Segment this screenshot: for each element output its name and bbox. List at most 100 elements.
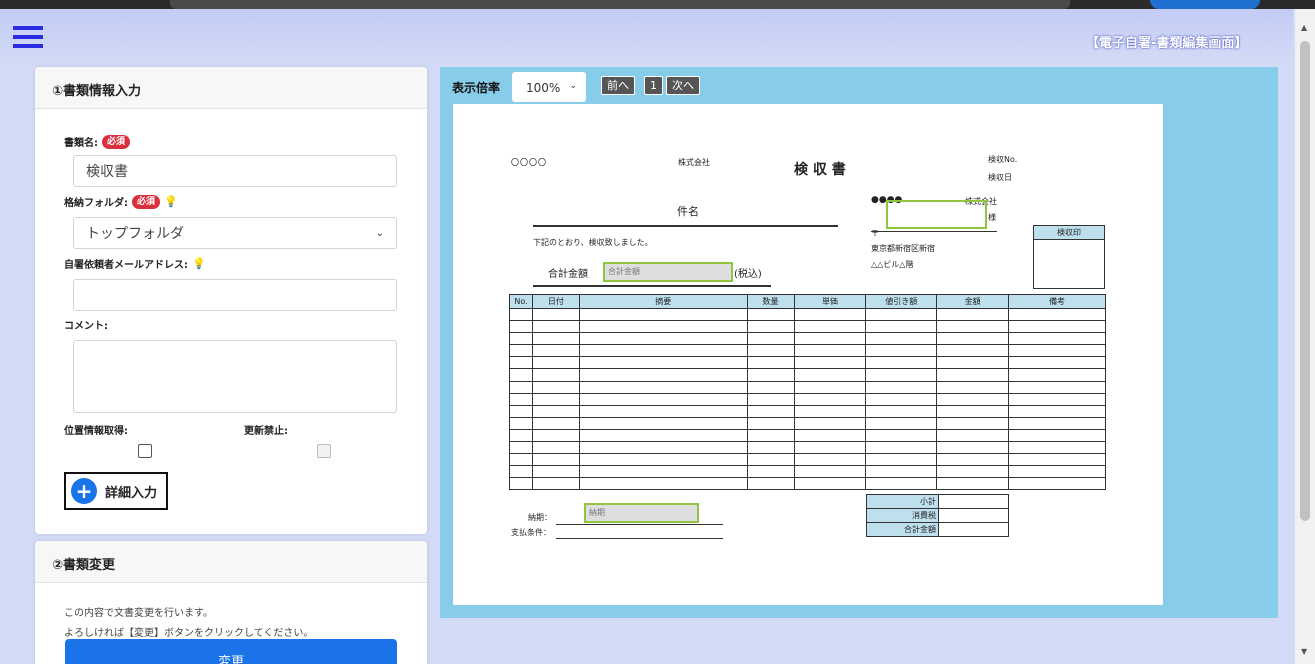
inspection-stamp-box: 検収印 xyxy=(1033,225,1105,289)
table-cell xyxy=(531,380,580,394)
zoom-label: 表示倍率 xyxy=(452,81,501,95)
table-cell xyxy=(793,404,867,418)
table-cell xyxy=(509,320,533,334)
due-date-field[interactable]: 納期 xyxy=(584,503,699,523)
doc-inspection-date: 検収日 xyxy=(988,173,1012,182)
table-row xyxy=(509,320,1106,334)
table-cell xyxy=(746,320,795,334)
browser-account-pill[interactable] xyxy=(1150,0,1260,9)
page-scrollbar[interactable]: ▲ ▼ xyxy=(1295,9,1315,664)
summary-row: 合計金額 xyxy=(866,522,1009,537)
folder-select[interactable]: トップフォルダ ⌄ xyxy=(73,217,397,249)
summary-value xyxy=(938,522,1009,537)
table-cell xyxy=(936,332,1010,346)
comment-label: コメント: xyxy=(64,317,108,332)
table-row xyxy=(509,441,1106,455)
summary-row: 小計 xyxy=(866,494,1009,509)
table-cell xyxy=(936,416,1010,430)
table-row xyxy=(509,416,1106,430)
table-cell xyxy=(793,368,867,382)
table-cell xyxy=(793,356,867,370)
table-cell xyxy=(578,380,748,394)
table-cell xyxy=(578,465,748,479)
detail-input-button[interactable]: + 詳細入力 xyxy=(64,472,168,510)
table-cell xyxy=(746,441,795,455)
chevron-down-icon: ⌄ xyxy=(569,81,577,91)
summary-tax-label: 消費税 xyxy=(866,508,939,523)
comment-textarea[interactable] xyxy=(73,340,397,413)
table-cell xyxy=(1008,344,1106,358)
table-cell xyxy=(865,428,938,443)
table-cell xyxy=(793,441,867,455)
doc-address2: △△ビル△階 xyxy=(871,260,914,269)
table-cell xyxy=(1008,307,1106,322)
zoom-select[interactable]: 100% ⌄ xyxy=(512,72,586,102)
doc-name-input[interactable]: 検収書 xyxy=(73,155,397,187)
table-cell xyxy=(746,428,795,443)
lock-label-text: 更新禁止: xyxy=(244,426,288,437)
scroll-down-arrow-icon[interactable]: ▼ xyxy=(1301,647,1307,656)
doc-due-label: 納期： xyxy=(528,513,552,522)
table-row xyxy=(509,392,1106,406)
table-cell xyxy=(531,441,580,455)
issuer-underline xyxy=(871,231,997,232)
table-cell xyxy=(936,404,1010,418)
table-cell xyxy=(793,416,867,430)
table-cell xyxy=(865,465,938,479)
doc-name-label-row: 書類名: 必須 xyxy=(64,134,131,149)
table-cell xyxy=(793,392,867,406)
table-row xyxy=(509,453,1106,467)
table-cell xyxy=(578,320,748,334)
table-cell xyxy=(936,465,1010,479)
prev-page-button[interactable]: 前へ xyxy=(601,76,635,95)
scrollbar-thumb[interactable] xyxy=(1300,41,1310,521)
table-cell xyxy=(865,380,938,394)
lightbulb-hint-icon[interactable]: 💡 xyxy=(164,195,178,208)
lock-checkbox[interactable] xyxy=(317,444,331,458)
col-amount: 金額 xyxy=(936,294,1010,309)
scroll-up-arrow-icon[interactable]: ▲ xyxy=(1301,23,1307,32)
doc-payment-label: 支払条件： xyxy=(511,528,551,537)
table-cell xyxy=(865,477,938,491)
table-cell xyxy=(1008,416,1106,430)
table-cell xyxy=(509,380,533,394)
table-cell xyxy=(746,332,795,346)
folder-value: トップフォルダ xyxy=(86,226,184,242)
table-cell xyxy=(531,453,580,467)
change-info-line2: よろしければ【変更】ボタンをクリックしてください。 xyxy=(64,628,314,639)
table-cell xyxy=(793,320,867,334)
hamburger-menu-icon[interactable] xyxy=(13,26,43,52)
table-row xyxy=(509,404,1106,418)
page-number: 1 xyxy=(644,76,663,95)
table-cell xyxy=(793,465,867,479)
total-amount-field[interactable]: 合計金額 xyxy=(603,262,733,282)
payment-underline xyxy=(556,538,723,539)
next-page-button[interactable]: 次へ xyxy=(666,76,700,95)
table-cell xyxy=(578,477,748,491)
document-info-card: ①書類情報入力 書類名: 必須 検収書 格納フォルダ: 必須 💡 トップフォルダ… xyxy=(35,67,427,534)
table-cell xyxy=(1008,380,1106,394)
change-button[interactable]: 変更 xyxy=(65,639,397,664)
plus-circle-icon: + xyxy=(71,478,97,504)
summary-value xyxy=(938,508,1009,523)
app-header: 【電子自署-書類編集画面】 xyxy=(0,9,1293,61)
table-cell xyxy=(531,332,580,346)
table-cell xyxy=(936,477,1010,491)
table-row xyxy=(509,380,1106,394)
table-cell xyxy=(531,477,580,491)
doc-company-suffix: 株式会社 xyxy=(678,158,710,167)
signature-field[interactable] xyxy=(886,200,987,229)
col-quantity: 数量 xyxy=(746,294,795,309)
col-description: 摘要 xyxy=(578,294,748,309)
email-input[interactable] xyxy=(73,279,397,311)
lightbulb-hint-icon[interactable]: 💡 xyxy=(192,257,206,270)
doc-name-value: 検収書 xyxy=(86,164,128,180)
table-cell xyxy=(578,453,748,467)
table-cell xyxy=(746,392,795,406)
summary-row: 消費税 xyxy=(866,508,1009,523)
table-cell xyxy=(936,356,1010,370)
location-checkbox[interactable] xyxy=(138,444,152,458)
table-cell xyxy=(531,320,580,334)
table-cell xyxy=(578,404,748,418)
doc-honorific: 様 xyxy=(988,213,996,222)
